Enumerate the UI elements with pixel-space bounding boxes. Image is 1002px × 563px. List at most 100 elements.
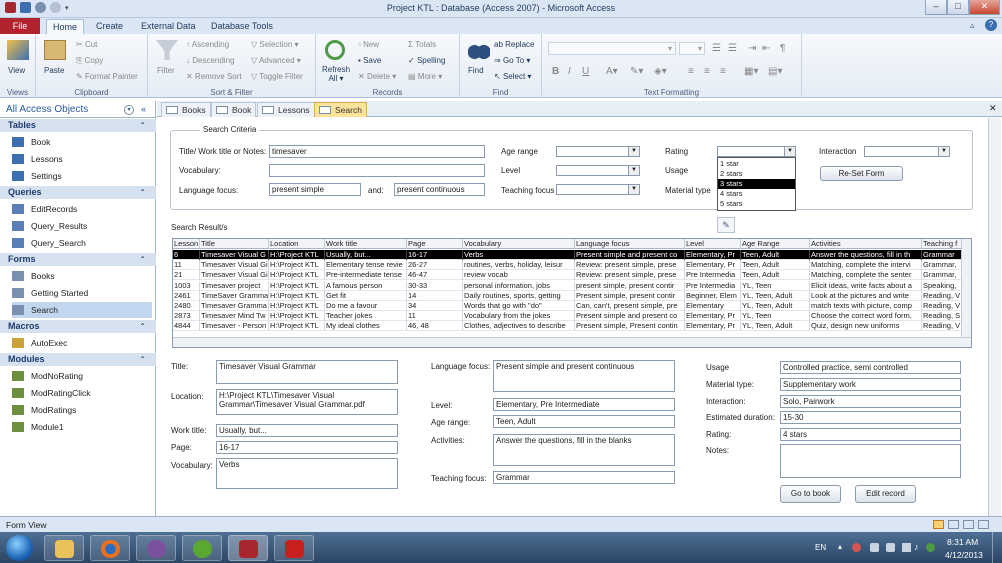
collapse-chevron-icon[interactable]: ⌃ (139, 119, 146, 132)
highlight-icon[interactable]: ✎▾ (630, 66, 643, 77)
underline-icon[interactable]: U (582, 66, 589, 77)
column-header[interactable]: Level (685, 239, 741, 249)
advanced-button[interactable]: ▽ Advanced ▾ (251, 56, 301, 65)
doc-tab-lessons[interactable]: Lessons (257, 102, 315, 117)
font-name-select[interactable]: ▾ (548, 42, 676, 55)
edit-record-button[interactable]: Edit record (855, 485, 916, 503)
selection-button[interactable]: ▽ Selection ▾ (251, 40, 299, 49)
descending-button[interactable]: ↓ Descending (186, 56, 234, 65)
tray-icon[interactable] (870, 543, 879, 552)
detail-mattype-field[interactable]: Supplementary work (780, 378, 961, 391)
doc-tab-books[interactable]: Books (161, 102, 211, 117)
delete-record-button[interactable]: ✕ Delete ▾ (358, 72, 396, 81)
rating-option[interactable]: 2 stars (718, 169, 795, 179)
nav-item-search[interactable]: Search (12, 302, 152, 318)
rtl-icon[interactable]: ¶ (780, 43, 785, 54)
font-color-icon[interactable]: A▾ (606, 66, 618, 77)
table-cell[interactable]: 4844 (173, 321, 200, 332)
view-icon[interactable] (7, 40, 29, 60)
tab-external-data[interactable]: External Data (135, 19, 202, 34)
collapse-chevron-icon[interactable]: ⌃ (139, 253, 146, 266)
table-cell[interactable]: Elementary (685, 301, 741, 311)
tray-icon[interactable] (852, 543, 861, 552)
table-cell[interactable]: TimeSaver Gramma (200, 290, 269, 301)
nav-item-modnorating[interactable]: ModNoRating (12, 368, 152, 384)
help-icon[interactable]: ? (985, 19, 997, 31)
nav-item-books[interactable]: Books (12, 268, 152, 284)
column-header[interactable]: Location (269, 239, 325, 249)
table-cell[interactable]: Present simple and present co (575, 311, 685, 322)
tray-icon[interactable] (926, 543, 935, 552)
table-cell[interactable]: Teen, Adult (741, 250, 810, 260)
table-cell[interactable]: routines, verbs, holiday, leisur (463, 260, 575, 271)
table-cell[interactable]: Timesaver - Person (200, 321, 269, 332)
table-cell[interactable]: Teen, Adult (741, 270, 810, 281)
column-header[interactable]: Page (407, 239, 463, 249)
detail-location-field[interactable]: H:\Project KTL\Timesaver Visual Grammar\… (216, 389, 398, 415)
language-indicator[interactable]: EN (815, 543, 826, 552)
collapse-chevron-icon[interactable]: ⌃ (139, 186, 146, 199)
filter-button[interactable]: Filter (157, 66, 175, 75)
table-cell[interactable]: Grammar (922, 250, 962, 260)
select-button[interactable]: ↖ Select ▾ (494, 72, 531, 81)
table-cell[interactable]: Elementary tense revie (325, 260, 407, 271)
title-notes-input[interactable]: timesaver (269, 145, 485, 158)
results-vertical-scrollbar[interactable] (961, 239, 971, 347)
table-cell[interactable]: Teen, Adult (741, 260, 810, 271)
table-row[interactable]: 21 Timesaver Visual Gi H:\Project KTL Pre-i… (173, 270, 963, 281)
table-cell[interactable]: YL, Teen (741, 280, 810, 291)
collapse-chevron-icon[interactable]: ⌃ (139, 320, 146, 333)
results-grid[interactable]: Lesson Title Location Work title Page Vocabul… (172, 238, 972, 348)
table-cell[interactable]: 11 (173, 260, 200, 271)
table-cell[interactable]: A famous person (325, 280, 407, 291)
table-cell[interactable]: Grammar, (922, 270, 962, 281)
table-row[interactable]: 2461 TimeSaver Gramma H:\Project KTL Get fi… (173, 290, 963, 301)
ascending-button[interactable]: ↑ Ascending (186, 40, 229, 49)
taskbar-firefox[interactable] (90, 535, 130, 561)
more-button[interactable]: ▤ More ▾ (408, 72, 442, 81)
tab-database-tools[interactable]: Database Tools (205, 19, 279, 34)
outdent-icon[interactable]: ⇤ (762, 43, 770, 54)
table-cell[interactable]: Reading, V (922, 290, 962, 301)
detail-rating-field[interactable]: 4 stars (780, 428, 961, 441)
language-focus-2-input[interactable]: present continuous (394, 183, 485, 196)
detail-interaction-field[interactable]: Solo, Pairwork (780, 395, 961, 408)
nav-menu-chevron-icon[interactable]: ▾ (124, 105, 134, 115)
form-view-icon[interactable] (933, 520, 944, 529)
form-vertical-scrollbar[interactable] (988, 118, 1001, 516)
table-cell[interactable]: Matching, complete the senter (810, 270, 922, 281)
nav-section-tables[interactable]: Tables ⌃ (0, 119, 156, 132)
table-cell[interactable]: 2873 (173, 311, 200, 322)
collapse-chevron-icon[interactable]: ⌃ (139, 353, 146, 366)
start-button[interactable] (6, 535, 33, 561)
datasheet-view-icon[interactable] (948, 520, 959, 529)
nav-item-query-results[interactable]: Query_Results (12, 218, 152, 234)
table-cell[interactable]: Timesaver Gramma (200, 301, 269, 311)
paste-button[interactable]: Paste (44, 66, 64, 75)
table-cell[interactable]: 2480 (173, 301, 200, 311)
doc-tab-book[interactable]: Book (211, 102, 257, 117)
taskbar-acrobat[interactable] (274, 535, 314, 561)
vocabulary-input[interactable] (269, 164, 485, 177)
table-cell[interactable]: Pre Intermedia (685, 280, 741, 291)
italic-icon[interactable]: I (568, 66, 571, 77)
nav-section-macros[interactable]: Macros ⌃ (0, 320, 156, 333)
shutter-bar-icon[interactable]: « (141, 101, 146, 118)
edit-icon[interactable]: ✎ (717, 217, 735, 233)
align-left-icon[interactable]: ≡ (688, 66, 694, 77)
column-header[interactable]: Language focus (575, 239, 685, 249)
show-desktop-button[interactable] (992, 532, 1002, 563)
goto-button[interactable]: ⇒ Go To ▾ (494, 56, 530, 65)
table-cell[interactable]: Do me a favour (325, 301, 407, 311)
table-cell[interactable]: Elementary, Pr (685, 250, 741, 260)
level-combo[interactable]: ▼ (556, 165, 640, 176)
design-view-icon[interactable] (978, 520, 989, 529)
table-cell[interactable]: H:\Project KTL (269, 270, 325, 281)
paste-icon[interactable] (44, 40, 66, 60)
table-cell[interactable]: Teacher jokes (325, 311, 407, 322)
bullets-icon[interactable]: ☰ (712, 43, 721, 54)
table-cell[interactable]: Timesaver Visual Gi (200, 270, 269, 281)
table-cell[interactable]: YL, Teen (741, 311, 810, 322)
nav-item-module1[interactable]: Module1 (12, 419, 152, 435)
rating-option[interactable]: 4 stars (718, 189, 795, 199)
